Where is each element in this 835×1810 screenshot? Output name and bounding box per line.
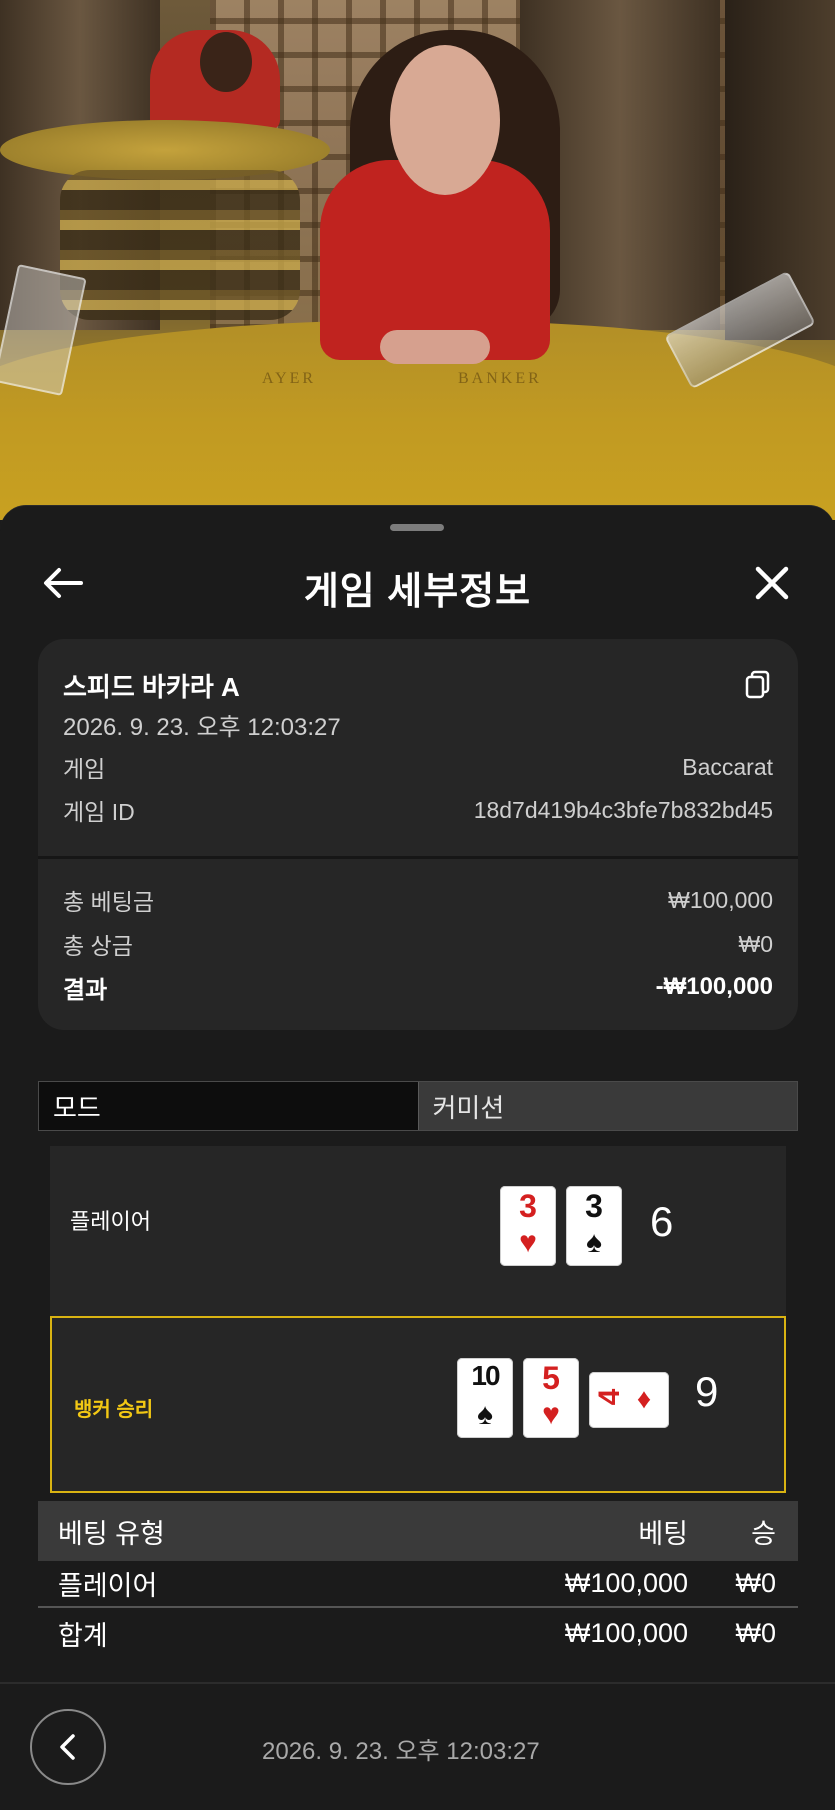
mode-tabs: 모드 커미션 — [38, 1081, 798, 1131]
felt-label-player: AYER — [262, 370, 317, 387]
heart-icon: ♥ — [519, 1226, 537, 1259]
game-details-sheet: 게임 세부정보 스피드 바카라 A 2026. 9. 23. 오후 12:03:… — [0, 505, 835, 1810]
bet-amount: ₩100,000 — [564, 1568, 688, 1598]
playing-card: 5 ♥ — [523, 1358, 579, 1438]
game-name: 스피드 바카라 A — [63, 672, 240, 702]
table-row: 플레이어 ₩100,000 ₩0 — [38, 1561, 798, 1608]
dealer-arm — [380, 330, 490, 364]
banker-hand-panel: 뱅커 승리 10 ♠ 5 ♥ 4 ♦ 9 — [50, 1316, 786, 1493]
copy-icon — [745, 670, 770, 699]
game-datetime: 2026. 9. 23. 오후 12:03:27 — [63, 714, 341, 741]
tab-mode[interactable]: 모드 — [39, 1082, 418, 1130]
total-bet: ₩100,000 — [564, 1617, 688, 1648]
playing-card-sideways: 4 ♦ — [589, 1372, 669, 1428]
banker-score: 9 — [695, 1368, 719, 1415]
game-id-label: 게임 ID — [63, 799, 135, 825]
game-value: Baccarat — [682, 753, 773, 780]
playing-card: 10 ♠ — [457, 1358, 513, 1438]
diamond-icon: ♦ — [636, 1383, 652, 1414]
player-score: 6 — [650, 1198, 674, 1245]
card-rank: 10 — [471, 1360, 500, 1391]
bet-table: 베팅 유형 베팅 승 플레이어 ₩100,000 ₩0 합계 ₩100,000 … — [38, 1501, 798, 1658]
spade-icon: ♠ — [477, 1398, 493, 1431]
bet-table-header: 베팅 유형 베팅 승 — [38, 1501, 798, 1561]
footer-divider — [0, 1682, 835, 1684]
previous-round-button[interactable] — [30, 1709, 106, 1785]
total-win-value: ₩0 — [738, 930, 774, 957]
result-row: 결과 -₩100,000 — [63, 972, 773, 1004]
page-title: 게임 세부정보 — [303, 571, 532, 613]
card-rank: 3 — [519, 1188, 537, 1224]
game-info-card: 스피드 바카라 A 2026. 9. 23. 오후 12:03:27 게임 Ba… — [38, 639, 798, 859]
total-win-row: 총 상금 ₩0 — [63, 929, 774, 960]
game-row: 게임 Baccarat — [63, 752, 773, 783]
background-table-stand — [60, 170, 300, 320]
result-value: -₩100,000 — [655, 973, 773, 1000]
close-icon — [755, 566, 789, 600]
col-bet-type: 베팅 유형 — [58, 1518, 165, 1549]
tab-commission[interactable]: 커미션 — [417, 1082, 797, 1130]
playing-card: 3 ♠ — [566, 1186, 622, 1266]
background-dealer-head — [200, 32, 252, 92]
total-bet-label: 총 베팅금 — [63, 889, 155, 915]
close-button[interactable] — [745, 556, 799, 610]
round-datetime: 2026. 9. 23. 오후 12:03:27 — [262, 1738, 540, 1765]
table-total-row: 합계 ₩100,000 ₩0 — [38, 1608, 798, 1658]
sheet-header: 게임 세부정보 — [0, 546, 835, 616]
card-rank: 5 — [542, 1360, 560, 1396]
copy-button[interactable] — [743, 669, 773, 699]
total-bet-row: 총 베팅금 ₩100,000 — [63, 885, 773, 916]
game-label: 게임 — [63, 756, 106, 782]
player-hand-panel: 플레이어 3 ♥ 3 ♠ 6 — [50, 1146, 786, 1316]
heart-icon: ♥ — [542, 1398, 560, 1431]
total-win: ₩0 — [735, 1617, 777, 1648]
live-video-feed: AYER BANKER — [0, 0, 835, 520]
game-id-value: 18d7d419b4c3bfe7b832bd45 — [473, 796, 773, 823]
banker-hand-label: 뱅커 승리 — [74, 1399, 154, 1421]
bet-summary-card: 총 베팅금 ₩100,000 총 상금 ₩0 결과 -₩100,000 — [38, 856, 798, 1030]
total-win-label: 총 상금 — [63, 933, 133, 959]
game-id-row: 게임 ID 18d7d419b4c3bfe7b832bd45 — [63, 795, 773, 826]
result-label: 결과 — [63, 976, 108, 1004]
win-amount: ₩0 — [735, 1568, 777, 1598]
total-bet-value: ₩100,000 — [668, 886, 773, 913]
felt-label-banker: BANKER — [458, 370, 542, 387]
col-bet: 베팅 — [638, 1518, 688, 1549]
total-label: 합계 — [58, 1620, 108, 1651]
chevron-left-icon — [60, 1734, 75, 1760]
playing-card: 3 ♥ — [500, 1186, 556, 1266]
card-rank: 3 — [585, 1188, 603, 1224]
card-rank: 4 — [593, 1388, 626, 1406]
bet-type: 플레이어 — [58, 1571, 158, 1601]
sheet-drag-handle[interactable] — [390, 524, 444, 531]
col-win: 승 — [751, 1518, 776, 1549]
player-hand-label: 플레이어 — [70, 1209, 151, 1234]
dealer-face — [390, 45, 500, 195]
spade-icon: ♠ — [586, 1226, 602, 1259]
